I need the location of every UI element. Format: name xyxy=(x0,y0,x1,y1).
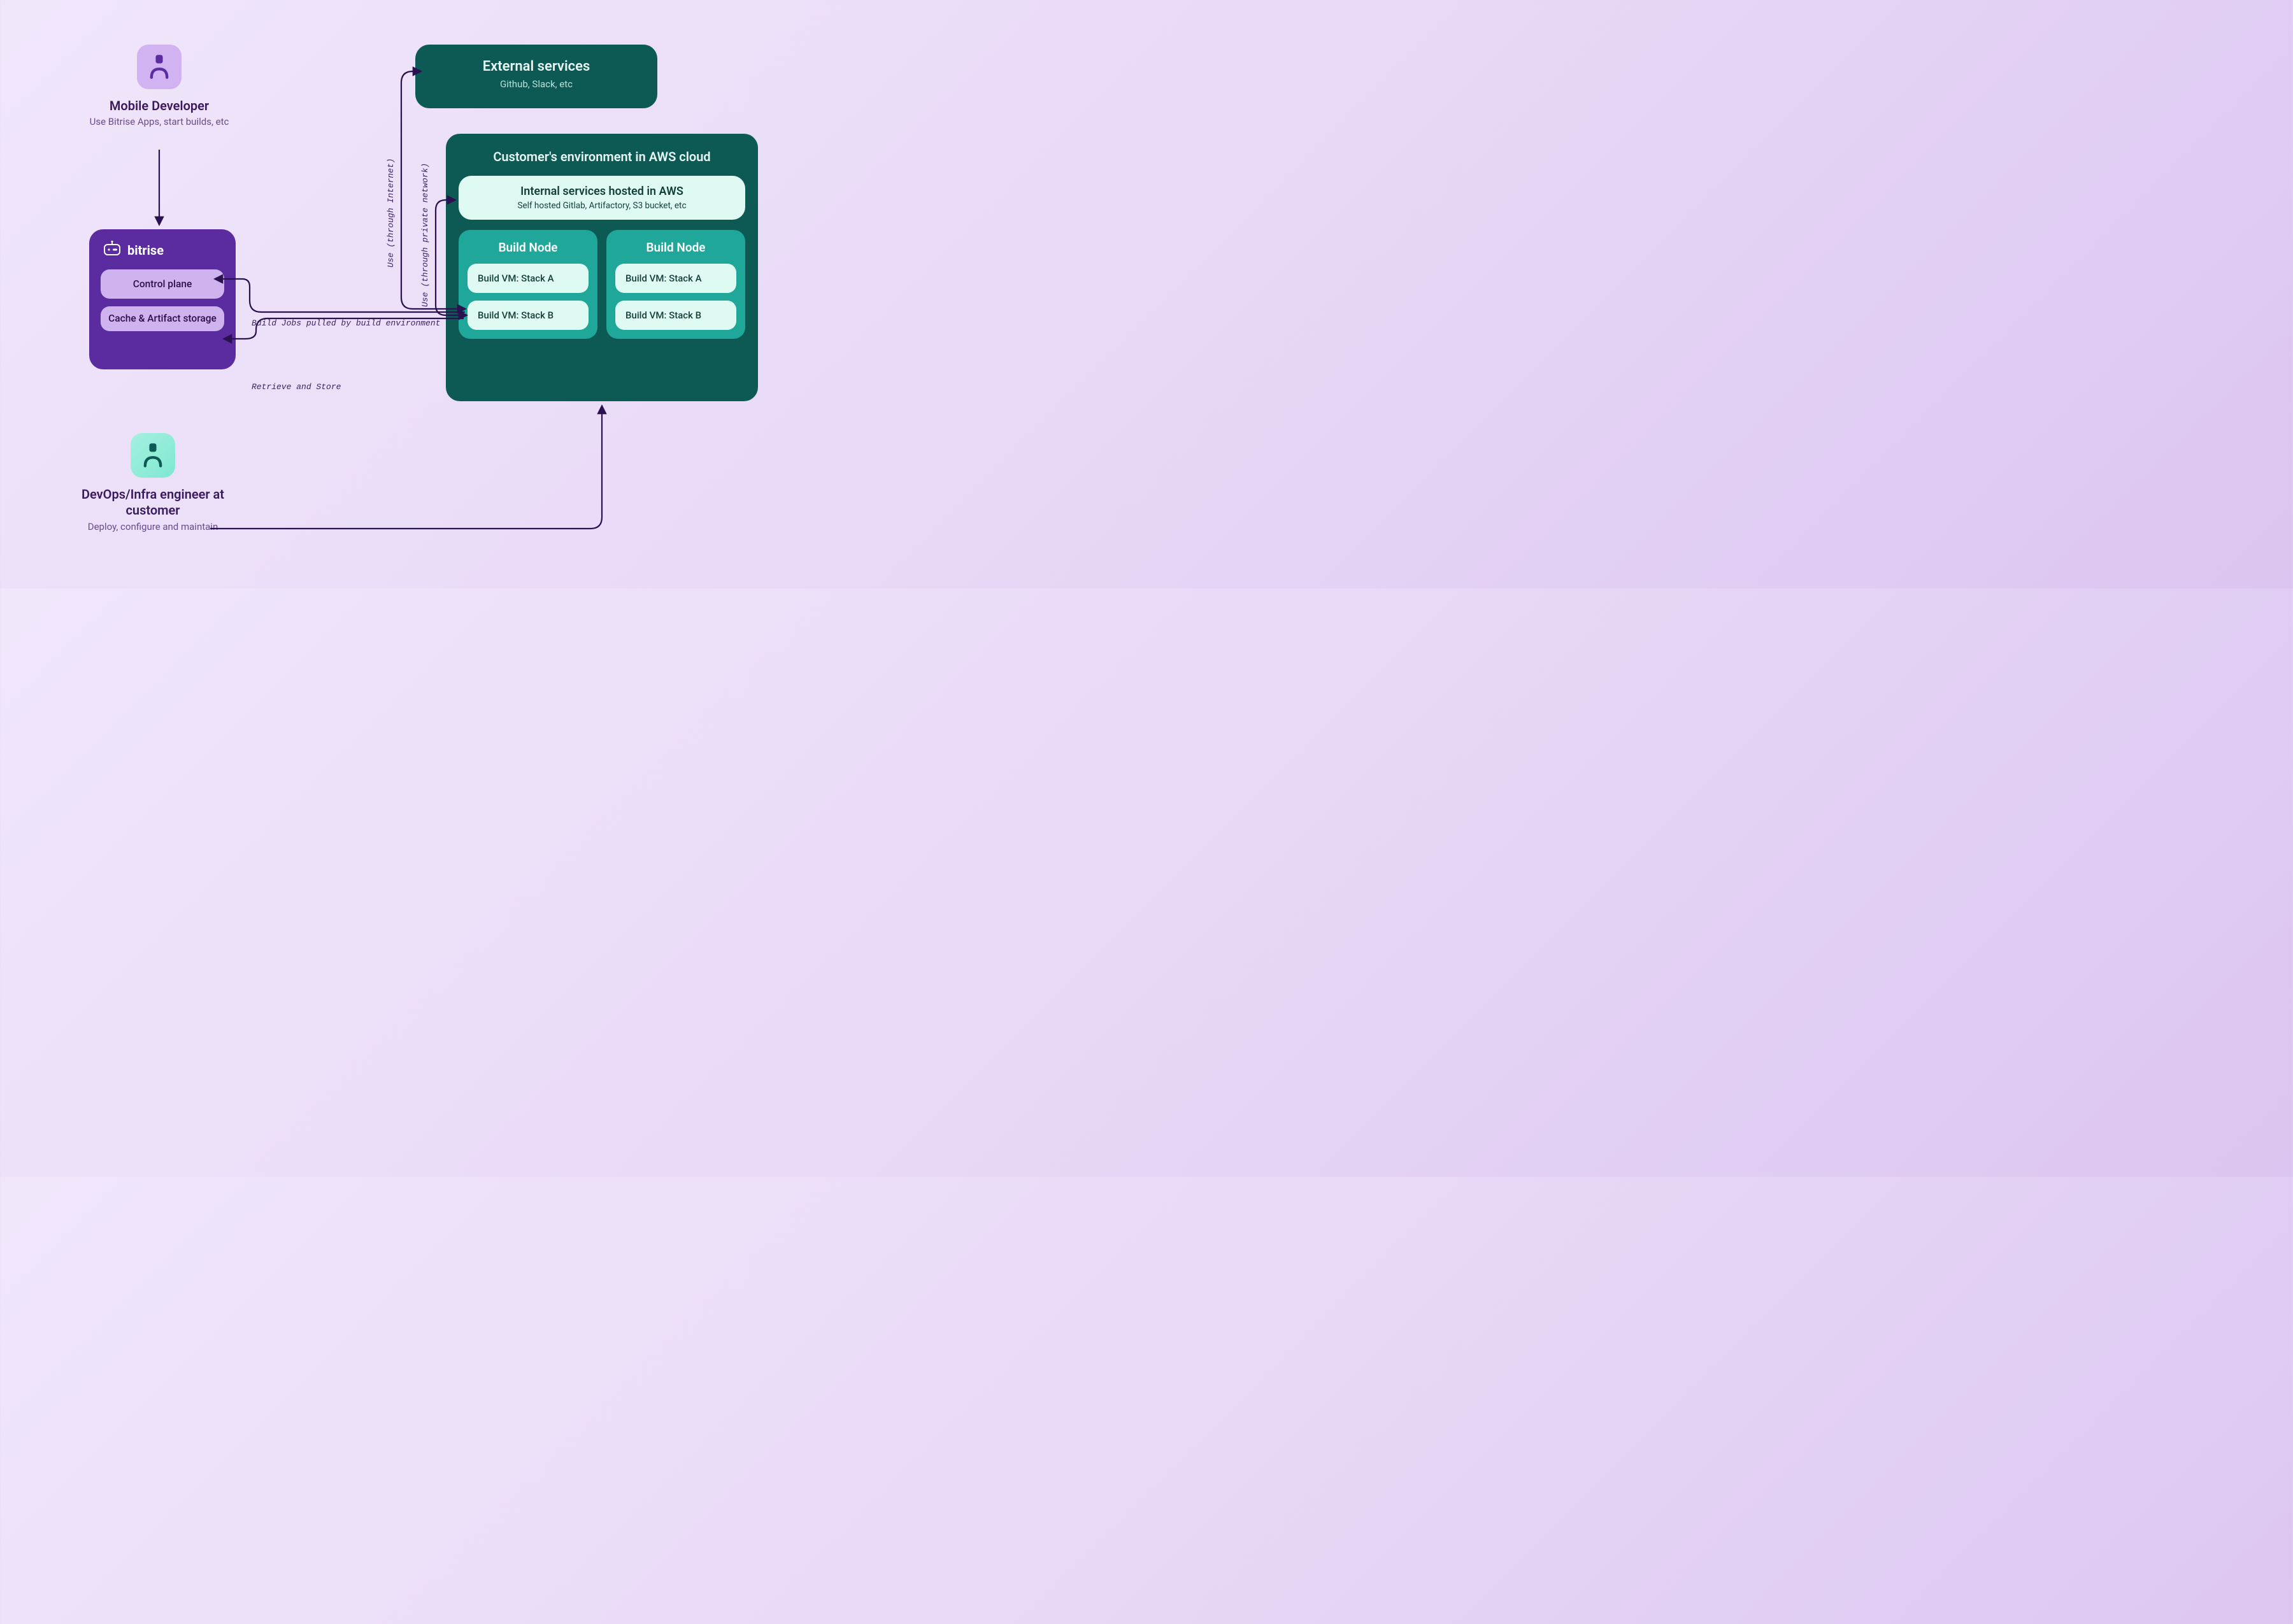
internal-services-box: Internal services hosted in AWS Self hos… xyxy=(459,176,745,220)
build-vm: Build VM: Stack A xyxy=(468,264,589,293)
actor-devops-engineer: DevOps/Infra engineer at customer Deploy… xyxy=(57,433,248,532)
build-node-title: Build Node xyxy=(468,240,589,255)
external-services-box: External services Github, Slack, etc xyxy=(415,45,657,108)
actor-title: DevOps/Infra engineer at customer xyxy=(57,487,248,518)
actor-subtitle: Deploy, configure and maintain xyxy=(57,521,248,532)
bitrise-logo-icon xyxy=(103,241,121,259)
cache-artifact-box: Cache & Artifact storage xyxy=(101,306,224,331)
actor-subtitle: Use Bitrise Apps, start builds, etc xyxy=(57,116,261,127)
build-node: Build Node Build VM: Stack A Build VM: S… xyxy=(606,230,745,339)
edge-label-internet: Use (through Internet) xyxy=(386,134,396,267)
person-icon xyxy=(137,45,182,89)
edge-label-build-jobs: Build Jobs pulled by build environment xyxy=(252,318,440,328)
build-vm: Build VM: Stack B xyxy=(615,301,736,330)
actor-mobile-developer: Mobile Developer Use Bitrise Apps, start… xyxy=(57,45,261,127)
build-vm: Build VM: Stack A xyxy=(615,264,736,293)
person-icon xyxy=(131,433,175,478)
edge-label-private: Use (through private network) xyxy=(420,160,430,307)
internal-title: Internal services hosted in AWS xyxy=(470,185,734,198)
internal-subtitle: Self hosted Gitlab, Artifactory, S3 buck… xyxy=(470,201,734,211)
bitrise-brand-text: bitrise xyxy=(127,243,164,258)
bitrise-brand: bitrise xyxy=(101,241,224,259)
edge-label-retrieve: Retrieve and Store xyxy=(252,382,341,392)
customer-env-title: Customer's environment in AWS cloud xyxy=(459,149,745,164)
bitrise-box: bitrise Control plane Cache & Artifact s… xyxy=(89,229,236,369)
build-node: Build Node Build VM: Stack A Build VM: S… xyxy=(459,230,597,339)
external-title: External services xyxy=(415,59,657,75)
build-vm: Build VM: Stack B xyxy=(468,301,589,330)
control-plane-box: Control plane xyxy=(101,269,224,299)
build-nodes-row: Build Node Build VM: Stack A Build VM: S… xyxy=(459,230,745,339)
customer-environment-box: Customer's environment in AWS cloud Inte… xyxy=(446,134,758,401)
external-subtitle: Github, Slack, etc xyxy=(415,78,657,90)
diagram-stage: Mobile Developer Use Bitrise Apps, start… xyxy=(0,0,831,588)
build-node-title: Build Node xyxy=(615,240,736,255)
actor-title: Mobile Developer xyxy=(57,98,261,113)
